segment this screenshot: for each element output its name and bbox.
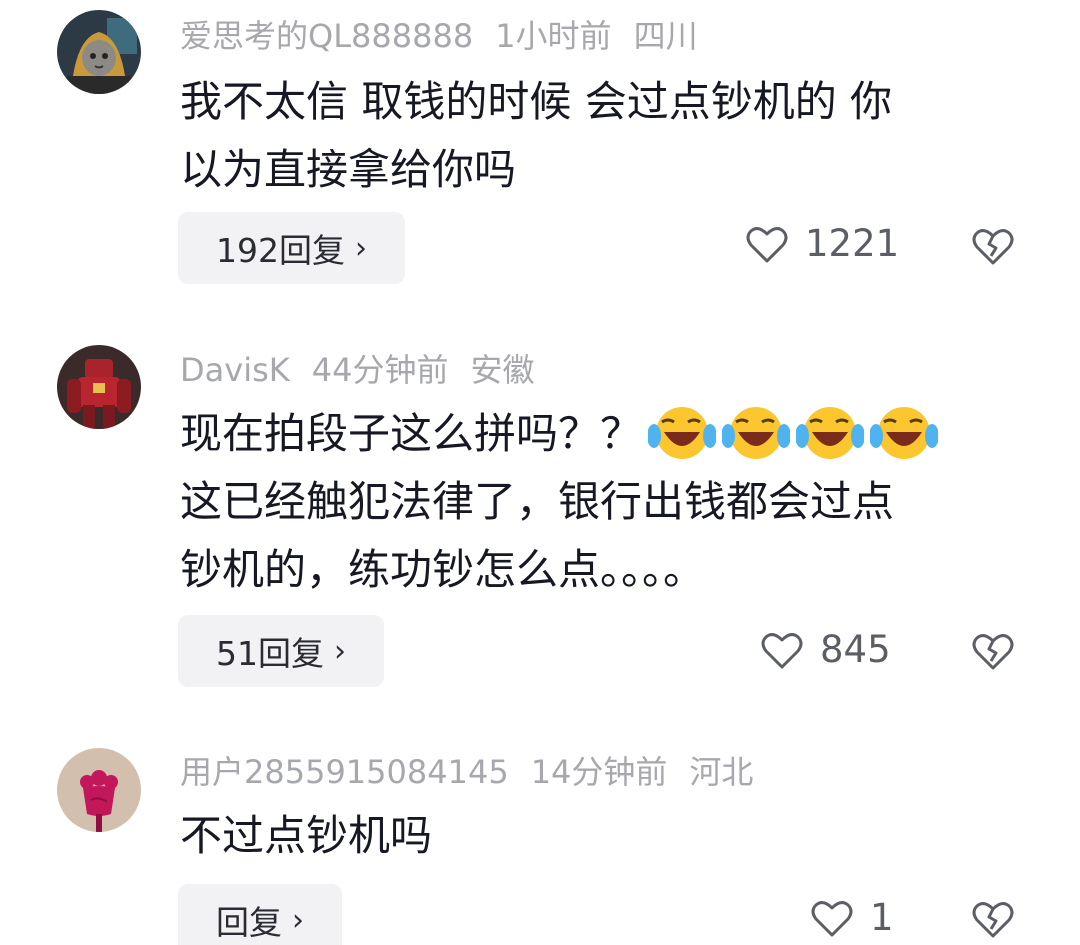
user-avatar[interactable] bbox=[57, 10, 141, 94]
comment-text: 我不太信 取钱的时候 会过点钞机的 你 以为直接拿给你吗 bbox=[180, 68, 1010, 204]
comment-time: 14分钟前 bbox=[530, 753, 668, 791]
comment-line: 现在拍段子这么拼吗？？ bbox=[180, 400, 1010, 468]
view-replies-button[interactable]: 回复 › bbox=[178, 884, 342, 945]
comment-line: 钞机的，练功钞怎么点。。。。 bbox=[180, 545, 706, 594]
comment-time: 1小时前 bbox=[495, 17, 612, 55]
heart-outline-icon bbox=[811, 900, 853, 936]
comment-text: 不过点钞机吗 bbox=[180, 802, 1010, 870]
laughing-crying-emoji-icon bbox=[722, 406, 791, 459]
user-avatar[interactable] bbox=[57, 345, 141, 429]
comment-line: 我不太信 取钱的时候 会过点钞机的 你 bbox=[180, 77, 893, 126]
heart-outline-icon bbox=[761, 632, 803, 668]
comment-location: 安徽 bbox=[470, 351, 535, 389]
comment-line: 不过点钞机吗 bbox=[180, 811, 433, 860]
user-avatar[interactable] bbox=[57, 748, 141, 832]
heart-outline-icon bbox=[746, 226, 788, 262]
comment-line: 以为直接拿给你吗 bbox=[180, 145, 517, 194]
broken-heart-icon bbox=[972, 634, 1014, 670]
comment-line: 这已经触犯法律了，银行出钱都会过点 bbox=[180, 477, 895, 526]
red-flower-avatar-icon bbox=[57, 748, 141, 832]
laughing-crying-emoji-icon bbox=[870, 406, 939, 459]
view-replies-button[interactable]: 192回复 › bbox=[178, 212, 405, 284]
comment-location: 河北 bbox=[689, 753, 754, 791]
comment-meta: DavisK 44分钟前 安徽 bbox=[180, 350, 556, 390]
laughing-crying-emoji-icon bbox=[796, 406, 865, 459]
comment-meta: 用户2855915084145 14分钟前 河北 bbox=[180, 752, 775, 792]
reply-count: 192回复 bbox=[216, 231, 345, 270]
reply-count: 回复 bbox=[216, 903, 282, 942]
username[interactable]: DavisK bbox=[180, 351, 290, 389]
username[interactable]: 用户2855915084145 bbox=[180, 753, 509, 791]
comment-location: 四川 bbox=[633, 17, 698, 55]
hooded-cat-avatar-icon bbox=[57, 10, 141, 94]
laughing-crying-emoji-icon bbox=[648, 406, 717, 459]
view-replies-button[interactable]: 51回复 › bbox=[178, 615, 384, 687]
like-button[interactable]: 1221 bbox=[745, 222, 899, 265]
like-count: 1 bbox=[870, 896, 894, 939]
comment-text: 现在拍段子这么拼吗？？ 这已经触犯法律了，银行出钱都会过点 钞机的，练功钞怎么点… bbox=[180, 400, 1010, 604]
like-count: 1221 bbox=[805, 222, 900, 265]
reply-count: 51回复 bbox=[216, 634, 324, 673]
dislike-button[interactable] bbox=[970, 225, 1016, 271]
chevron-right-icon: › bbox=[334, 633, 346, 669]
chevron-right-icon: › bbox=[292, 902, 304, 938]
comment-time: 44分钟前 bbox=[311, 351, 449, 389]
like-count: 845 bbox=[820, 628, 891, 671]
robot-armor-avatar-icon bbox=[57, 345, 141, 429]
chevron-right-icon: › bbox=[355, 230, 367, 266]
like-button[interactable]: 1 bbox=[810, 896, 894, 939]
comment-meta: 爱思考的QL888888 1小时前 四川 bbox=[180, 16, 720, 56]
comment-line-text: 现在拍段子这么拼吗？？ bbox=[180, 409, 643, 458]
dislike-button[interactable] bbox=[970, 630, 1016, 676]
username[interactable]: 爱思考的QL888888 bbox=[180, 17, 473, 55]
broken-heart-icon bbox=[972, 229, 1014, 265]
like-button[interactable]: 845 bbox=[760, 628, 891, 671]
emoji-group bbox=[648, 402, 939, 464]
dislike-button[interactable] bbox=[970, 898, 1016, 944]
broken-heart-icon bbox=[972, 902, 1014, 938]
